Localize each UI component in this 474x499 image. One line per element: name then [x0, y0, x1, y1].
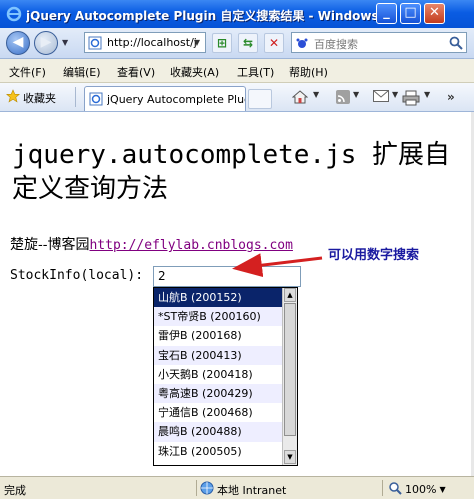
zone-label: 本地 Intranet — [217, 483, 287, 497]
divider — [196, 480, 197, 496]
navigation-bar: ◀ ▶ ▼ http://localhost/j ▼ ⊞ ⇆ ✕ 百度搜索 — [0, 28, 474, 59]
address-dropdown-icon[interactable]: ▼ — [190, 34, 204, 51]
autocomplete-item[interactable]: 宝石B (200413) — [154, 345, 282, 365]
stock-info-input[interactable]: 2 — [153, 266, 301, 287]
stock-info-label: StockInfo(local): — [10, 268, 144, 283]
ie-logo-icon — [6, 6, 22, 22]
address-bar[interactable]: http://localhost/j ▼ — [84, 32, 206, 53]
search-box[interactable]: 百度搜索 — [291, 32, 467, 53]
home-icon[interactable] — [291, 90, 309, 107]
stop-icon[interactable]: ✕ — [264, 33, 284, 53]
page-icon — [89, 92, 103, 109]
zoom-control[interactable]: 100% ▼ — [388, 481, 446, 498]
divider — [382, 480, 383, 496]
annotation-label: 可以用数字搜索 — [328, 248, 420, 263]
compatibility-view-icon[interactable]: ⊞ — [212, 33, 232, 53]
scroll-down-icon[interactable]: ▼ — [284, 450, 296, 464]
zoom-dropdown-icon[interactable]: ▼ — [439, 485, 445, 494]
tab-title[interactable]: jQuery Autocomplete Plugin ... — [107, 93, 245, 106]
window-title: jQuery Autocomplete Plugin 自定义搜索结果 - Win… — [26, 9, 376, 23]
menu-help[interactable]: 帮助(H) — [289, 64, 328, 80]
menu-edit[interactable]: 编辑(E) — [63, 64, 101, 80]
chevron-more-icon[interactable]: » — [447, 90, 455, 104]
autocomplete-dropdown: 山航B (200152) *ST帝贤B (200160) 雷伊B (200168… — [153, 287, 298, 466]
zoom-level: 100% — [405, 483, 437, 496]
security-zone[interactable]: 本地 Intranet — [200, 481, 286, 498]
tab-active[interactable]: jQuery Autocomplete Plugin ... — [84, 86, 246, 111]
feeds-dropdown-icon[interactable]: ▼ — [353, 90, 359, 99]
feeds-icon[interactable] — [336, 90, 350, 107]
back-button[interactable]: ◀ — [6, 31, 30, 55]
autocomplete-item[interactable]: 晨鸣B (200488) — [154, 422, 282, 442]
status-bar: 完成 本地 Intranet 100% ▼ — [0, 476, 474, 499]
address-text[interactable]: http://localhost/j — [107, 36, 197, 49]
menu-bar: 文件(F) 编辑(E) 查看(V) 收藏夹(A) 工具(T) 帮助(H) — [0, 59, 474, 83]
page-icon — [88, 36, 102, 53]
autocomplete-item[interactable]: 宁通信B (200468) — [154, 403, 282, 422]
history-dropdown-icon[interactable]: ▼ — [62, 38, 68, 47]
status-text: 完成 — [4, 484, 26, 497]
minimize-button[interactable]: _ — [376, 3, 397, 24]
home-dropdown-icon[interactable]: ▼ — [313, 90, 319, 99]
autocomplete-item[interactable]: 珠江B (200505) — [154, 442, 282, 461]
autocomplete-item[interactable]: *ST帝贤B (200160) — [154, 307, 282, 327]
divider — [75, 87, 76, 107]
baidu-icon — [295, 36, 309, 53]
autocomplete-item[interactable]: 粤高速B (200429) — [154, 383, 282, 404]
print-dropdown-icon[interactable]: ▼ — [424, 90, 430, 99]
search-icon[interactable] — [448, 35, 464, 54]
search-placeholder[interactable]: 百度搜索 — [314, 36, 358, 52]
mail-dropdown-icon[interactable]: ▼ — [392, 90, 398, 99]
zoom-icon — [388, 481, 402, 498]
refresh-icon[interactable]: ⇆ — [238, 33, 258, 53]
mail-icon[interactable] — [373, 90, 389, 105]
forward-button[interactable]: ▶ — [34, 31, 58, 55]
autocomplete-item[interactable]: 小天鹅B (200418) — [154, 365, 282, 384]
menu-view[interactable]: 查看(V) — [117, 64, 155, 80]
favorites-label: 收藏夹 — [23, 91, 56, 105]
author-line: 楚旋--博客园http://eflylab.cnblogs.com — [10, 234, 293, 254]
favorites-star-icon — [6, 89, 20, 106]
title-bar: jQuery Autocomplete Plugin 自定义搜索结果 - Win… — [0, 0, 474, 28]
autocomplete-item[interactable]: 山航B (200152) — [154, 288, 282, 308]
menu-tools[interactable]: 工具(T) — [237, 64, 274, 80]
print-icon[interactable] — [402, 90, 420, 109]
favorites-button[interactable]: 收藏夹 — [6, 89, 56, 106]
menu-file[interactable]: 文件(F) — [9, 64, 46, 80]
intranet-icon — [200, 481, 214, 498]
autocomplete-scrollbar[interactable]: ▲ ▼ — [282, 288, 297, 465]
autocomplete-list: 山航B (200152) *ST帝贤B (200160) 雷伊B (200168… — [154, 288, 282, 461]
tab-bar: 收藏夹 jQuery Autocomplete Plugin ... ▼ ▼ ▼… — [0, 83, 474, 112]
menu-favorites[interactable]: 收藏夹(A) — [170, 64, 219, 80]
maximize-button[interactable]: □ — [400, 3, 421, 24]
page-title: jquery.autocomplete.js 扩展自定义查询方法 — [12, 140, 451, 204]
autocomplete-item[interactable]: 雷伊B (200168) — [154, 326, 282, 345]
scrollbar-thumb[interactable] — [284, 303, 296, 436]
new-tab-button[interactable] — [248, 89, 272, 109]
author-name: 楚旋--博客园 — [10, 237, 90, 253]
scroll-up-icon[interactable]: ▲ — [284, 288, 296, 302]
close-button[interactable]: ✕ — [424, 3, 445, 24]
blog-link[interactable]: http://eflylab.cnblogs.com — [89, 238, 293, 253]
